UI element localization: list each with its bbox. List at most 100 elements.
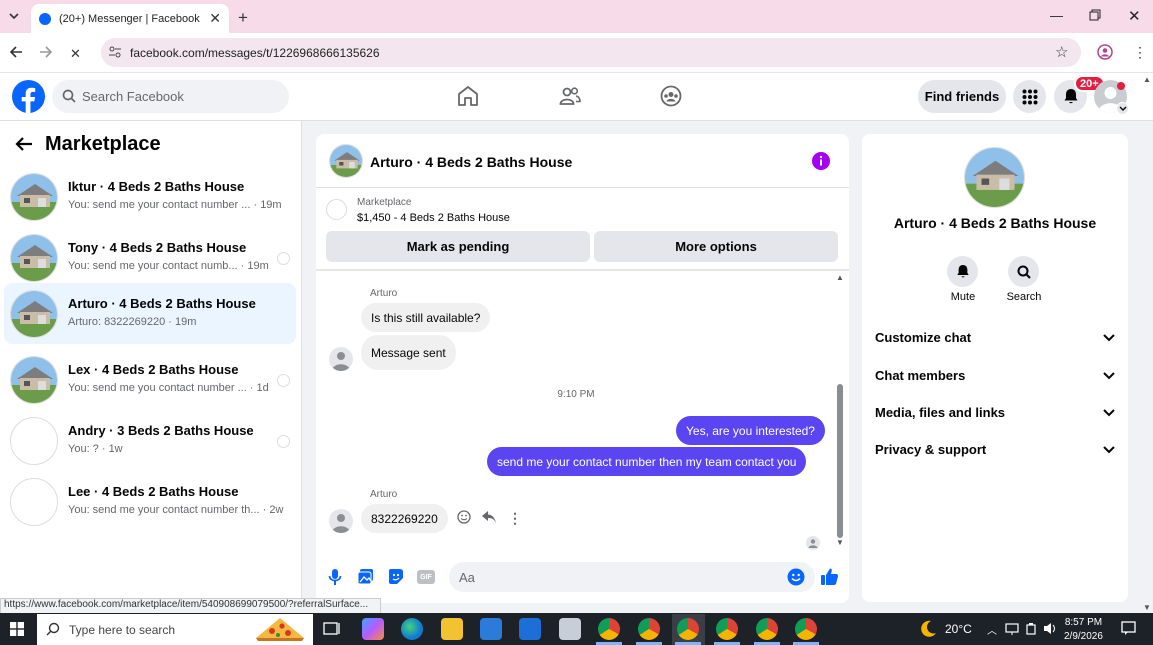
mark-as-pending-button[interactable]: Mark as pending <box>326 231 590 262</box>
emoji-picker-icon[interactable] <box>787 568 805 586</box>
page-scroll-down-icon[interactable]: ▼ <box>1143 603 1151 612</box>
clock-date: 2/9/2026 <box>1064 631 1103 642</box>
chat-scrollbar-thumb[interactable] <box>837 384 843 538</box>
app-icon[interactable] <box>559 618 581 640</box>
conversation-item[interactable]: Lee · 4 Beds 2 Baths House You: send me y… <box>4 471 296 532</box>
battery-icon[interactable] <box>1025 623 1037 635</box>
copilot-app-icon[interactable] <box>362 618 384 640</box>
message-more-icon[interactable]: ⋮ <box>508 510 522 527</box>
taskbar-clock[interactable]: 8:57 PM 2/9/2026 <box>1064 616 1103 644</box>
bookmark-star-icon[interactable]: ☆ <box>1055 43 1068 61</box>
chrome-app-icon[interactable] <box>677 618 699 640</box>
chrome-app-icon[interactable] <box>756 618 778 640</box>
conversation-info-icon[interactable] <box>812 152 830 170</box>
conversation-item[interactable]: Lex · 4 Beds 2 Baths House You: send me y… <box>4 349 296 410</box>
page-scroll-up-icon[interactable]: ▲ <box>1143 75 1151 84</box>
thumbs-up-icon[interactable] <box>820 567 839 586</box>
conversation-item[interactable]: Tony · 4 Beds 2 Baths House You: send me … <box>4 227 296 288</box>
groups-icon[interactable] <box>660 85 682 107</box>
gif-icon[interactable]: GIF <box>417 570 435 584</box>
pizza-search-highlight-icon[interactable] <box>254 616 306 642</box>
section-label: Media, files and links <box>875 405 1006 420</box>
tray-overflow-icon[interactable]: ︿ <box>987 622 997 637</box>
incoming-message[interactable]: Is this still available? <box>361 303 491 332</box>
close-tab-icon[interactable]: ✕ <box>209 10 221 27</box>
listing-thumbnail[interactable] <box>326 199 347 220</box>
file-explorer-app-icon[interactable] <box>441 618 463 640</box>
new-tab-icon[interactable]: + <box>238 8 248 28</box>
scroll-down-icon[interactable]: ▼ <box>836 538 844 547</box>
conversation-item[interactable]: Arturo · 4 Beds 2 Baths House Arturo: 832… <box>4 283 296 344</box>
more-options-button[interactable]: More options <box>594 231 838 262</box>
profile-icon[interactable] <box>1097 44 1113 60</box>
outgoing-message[interactable]: Yes, are you interested? <box>676 416 825 445</box>
facebook-logo-icon[interactable] <box>11 79 46 114</box>
account-chevron-icon[interactable] <box>1116 102 1129 115</box>
chrome-app-icon[interactable] <box>638 618 660 640</box>
incoming-message[interactable]: Message sent <box>361 335 456 370</box>
menu-grid-button[interactable] <box>1013 80 1046 113</box>
search-in-conversation-button[interactable] <box>1008 256 1039 287</box>
reply-icon[interactable] <box>481 510 497 524</box>
back-icon[interactable] <box>9 45 23 59</box>
address-bar[interactable]: facebook.com/messages/t/1226968666135626 <box>101 38 1081 67</box>
task-view-icon[interactable] <box>323 620 341 638</box>
weather-temperature[interactable]: 20°C <box>945 622 972 636</box>
customize-chat-row[interactable]: Customize chat <box>875 330 1115 345</box>
chat-header-divider <box>316 187 849 188</box>
browser-tab[interactable]: (20+) Messenger | Facebook ✕ <box>31 4 229 33</box>
find-friends-button[interactable]: Find friends <box>918 80 1006 113</box>
mute-button[interactable] <box>947 256 978 287</box>
chrome-app-icon[interactable] <box>598 618 620 640</box>
tab-list-dropdown-icon[interactable] <box>7 10 21 22</box>
outgoing-message[interactable]: send me your contact number then my team… <box>487 447 807 476</box>
browser-menu-icon[interactable]: ⋮ <box>1133 44 1147 61</box>
conversation-name: Arturo · 4 Beds 2 Baths House <box>68 296 256 311</box>
read-status-indicator <box>277 435 290 448</box>
back-arrow-icon[interactable] <box>15 136 33 152</box>
message-input[interactable]: Aa <box>449 562 815 592</box>
attach-photo-icon[interactable] <box>357 568 374 585</box>
conversation-name: Tony · 4 Beds 2 Baths House <box>68 240 247 255</box>
privacy-support-row[interactable]: Privacy & support <box>875 442 1115 457</box>
forward-icon[interactable] <box>39 45 53 59</box>
sender-avatar[interactable] <box>329 509 353 533</box>
conversation-snippet: You: send me your contact number ... · 1… <box>68 199 282 211</box>
sender-avatar[interactable] <box>329 347 353 371</box>
media-files-links-row[interactable]: Media, files and links <box>875 405 1115 420</box>
chat-members-row[interactable]: Chat members <box>875 368 1115 383</box>
taskbar-search-placeholder: Type here to search <box>69 622 176 637</box>
info-avatar[interactable] <box>964 147 1025 208</box>
volume-icon[interactable] <box>1043 622 1057 635</box>
home-icon[interactable] <box>457 85 479 107</box>
friends-icon[interactable] <box>559 85 581 107</box>
grid-icon <box>1022 89 1037 104</box>
chat-title[interactable]: Arturo · 4 Beds 2 Baths House <box>370 154 572 170</box>
listing-price-title[interactable]: $1,450 - 4 Beds 2 Baths House <box>357 212 510 224</box>
notification-center-icon[interactable] <box>1121 620 1137 636</box>
site-settings-icon[interactable] <box>108 45 122 59</box>
link-status-bar: https://www.facebook.com/marketplace/ite… <box>0 598 381 614</box>
chat-avatar[interactable] <box>329 144 363 178</box>
incoming-message[interactable]: 8322269220 <box>361 504 448 533</box>
scroll-up-icon[interactable]: ▲ <box>836 273 844 282</box>
conversation-item[interactable]: Iktur · 4 Beds 2 Baths House You: send me… <box>4 166 296 227</box>
chrome-app-icon[interactable] <box>795 618 817 640</box>
edge-app-icon[interactable] <box>401 618 423 640</box>
store-app-icon[interactable] <box>480 618 502 640</box>
restore-icon[interactable] <box>1089 9 1101 21</box>
conversation-item[interactable]: Andry · 3 Beds 2 Baths House You: ? · 1w <box>4 410 296 471</box>
chrome-app-icon[interactable] <box>716 618 738 640</box>
react-emoji-icon[interactable] <box>457 510 471 524</box>
mail-app-icon[interactable] <box>519 618 541 640</box>
facebook-search-input[interactable]: Search Facebook <box>52 80 289 113</box>
network-icon[interactable] <box>1005 623 1019 635</box>
minimize-icon[interactable]: — <box>1050 8 1063 23</box>
close-window-icon[interactable]: ✕ <box>1128 7 1141 25</box>
stop-loading-icon[interactable]: ✕ <box>70 46 81 62</box>
microphone-icon[interactable] <box>328 568 342 586</box>
weather-moon-icon[interactable] <box>918 619 938 639</box>
windows-start-icon[interactable] <box>10 622 24 636</box>
taskbar-search-icon <box>46 622 60 636</box>
sticker-icon[interactable] <box>387 568 404 585</box>
